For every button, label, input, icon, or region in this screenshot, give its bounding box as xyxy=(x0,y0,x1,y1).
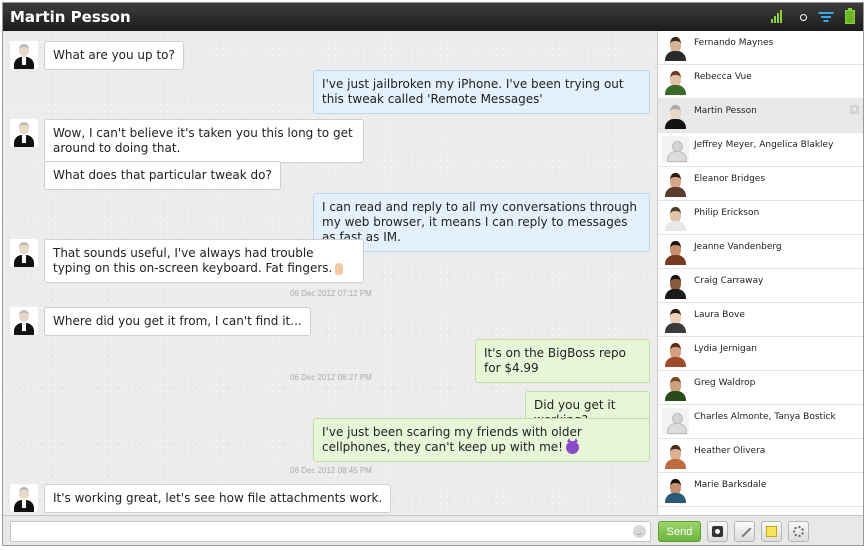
avatar xyxy=(662,102,689,129)
avatar xyxy=(662,306,689,333)
timestamp: 06 Dec 2012 08:27 PM xyxy=(290,373,372,382)
message-text: That sounds useful, I've always had trou… xyxy=(53,246,333,275)
send-button[interactable]: Send xyxy=(658,521,701,542)
contact-item[interactable]: Philip Erickson xyxy=(658,201,863,235)
camera-button[interactable] xyxy=(707,521,728,542)
outgoing-message: It's on the BigBoss repo for $4.99 xyxy=(475,339,650,383)
signal-icon xyxy=(771,9,785,25)
conversation-area[interactable]: What are you up to? I've just jailbroken… xyxy=(3,31,656,515)
contact-item[interactable]: Eleanor Bridges xyxy=(658,167,863,201)
circle-icon xyxy=(798,9,808,25)
avatar xyxy=(10,484,38,512)
timestamp: 06 Dec 2012 08:45 PM xyxy=(290,466,372,475)
outgoing-message: I've just been scaring my friends with o… xyxy=(313,418,650,462)
incoming-message: That sounds useful, I've always had trou… xyxy=(44,239,364,283)
note-icon xyxy=(766,526,777,537)
avatar xyxy=(662,442,689,469)
incoming-message: What does that particular tweak do? xyxy=(44,161,281,190)
settings-button[interactable] xyxy=(788,521,809,542)
avatar xyxy=(662,238,689,265)
contact-item[interactable]: Heather Olivera xyxy=(658,439,863,473)
incoming-message: Where did you get it from, I can't find … xyxy=(44,307,311,336)
settings-icon xyxy=(793,526,804,537)
group-avatar-icon xyxy=(662,408,689,435)
contact-item[interactable]: Laura Bove xyxy=(658,303,863,337)
camera-icon xyxy=(712,526,723,537)
incoming-message: It's working great, let's see how file a… xyxy=(44,484,392,513)
message-text: I've just been scaring my friends with o… xyxy=(322,425,582,454)
close-icon[interactable]: × xyxy=(850,105,859,114)
contact-item[interactable]: Jeanne Vandenberg xyxy=(658,235,863,269)
avatar xyxy=(662,204,689,231)
avatar xyxy=(662,272,689,299)
devil-emoji-icon xyxy=(565,438,579,454)
smiley-icon[interactable] xyxy=(633,525,646,538)
note-button[interactable] xyxy=(761,521,782,542)
avatar xyxy=(662,170,689,197)
contact-item[interactable]: Marie Barksdale xyxy=(658,473,863,507)
conversation-title: Martin Pesson xyxy=(10,8,131,26)
wifi-icon xyxy=(818,9,834,25)
avatar xyxy=(662,476,689,503)
contact-item[interactable]: Jeffrey Meyer, Angelica Blakley xyxy=(658,133,863,167)
outgoing-message: I've just jailbroken my iPhone. I've bee… xyxy=(313,70,650,114)
avatar xyxy=(10,239,38,267)
contact-item[interactable]: Craig Carraway xyxy=(658,269,863,303)
avatar xyxy=(10,41,38,69)
title-bar: Martin Pesson xyxy=(3,3,863,31)
group-avatar-icon xyxy=(662,136,689,163)
pencil-button[interactable] xyxy=(734,521,755,542)
avatar xyxy=(662,374,689,401)
avatar xyxy=(662,340,689,367)
contact-item[interactable]: Charles Almonte, Tanya Bostick xyxy=(658,405,863,439)
contact-item[interactable]: Martin Pesson × xyxy=(658,99,863,133)
avatar xyxy=(662,68,689,95)
contact-item[interactable]: Greg Waldrop xyxy=(658,371,863,405)
messages-window: Martin Pesson What are you up to? I've j… xyxy=(2,2,864,546)
contact-item[interactable]: Rebecca Vue xyxy=(658,65,863,99)
timestamp: 06 Dec 2012 07:12 PM xyxy=(290,289,372,298)
avatar xyxy=(10,119,38,147)
contact-item[interactable]: Fernando Maynes xyxy=(658,31,863,65)
composer-bar: Send xyxy=(3,515,863,545)
pointing-hand-icon xyxy=(335,262,344,275)
avatar xyxy=(662,34,689,61)
pencil-icon xyxy=(738,524,752,538)
battery-icon xyxy=(845,8,855,24)
message-input[interactable] xyxy=(10,521,651,542)
contact-item[interactable]: Lydia Jernigan xyxy=(658,337,863,371)
incoming-message: Wow, I can't believe it's taken you this… xyxy=(44,119,364,163)
incoming-message: What are you up to? xyxy=(44,41,184,70)
contact-list: Fernando Maynes Rebecca Vue Martin Pesso… xyxy=(657,31,863,515)
avatar xyxy=(10,307,38,335)
